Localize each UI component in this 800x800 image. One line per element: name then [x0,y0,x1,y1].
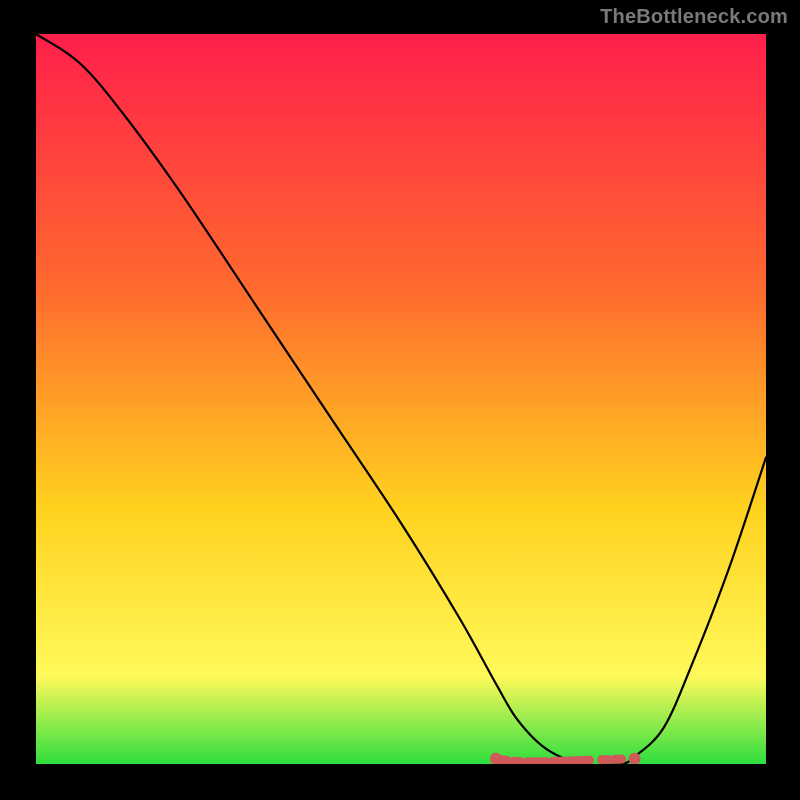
chart-svg [36,34,766,764]
watermark-label: TheBottleneck.com [600,6,788,29]
plot-area [36,34,766,764]
chart-stage: TheBottleneck.com [0,0,800,800]
